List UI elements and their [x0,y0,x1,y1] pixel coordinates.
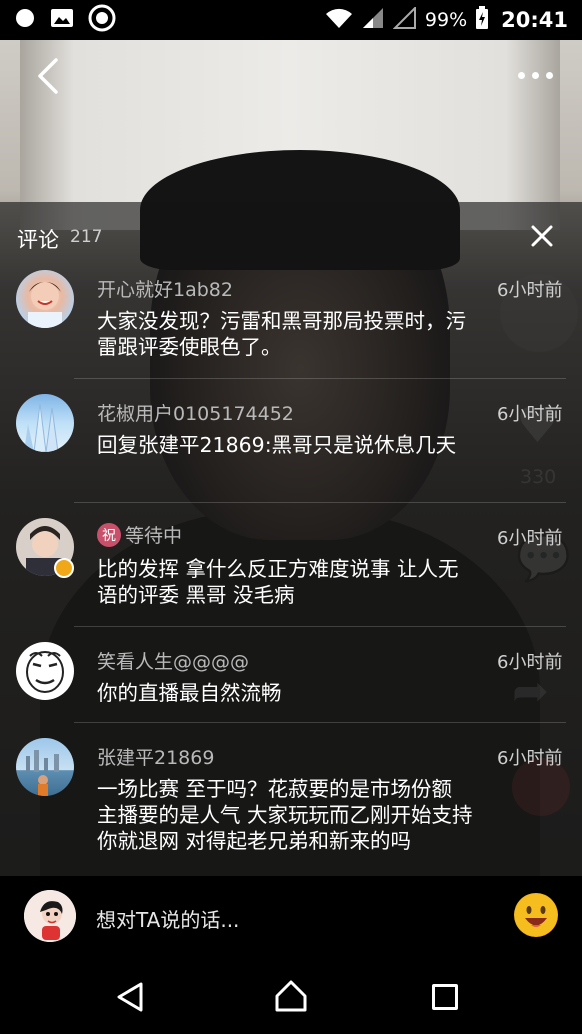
back-button[interactable] [32,56,66,96]
close-button[interactable] [526,220,558,252]
divider [74,722,566,723]
divider [74,502,566,503]
my-avatar[interactable] [24,890,76,942]
comment-username[interactable]: 张建平21869 [97,743,214,770]
comment-time: 6小时前 [497,652,563,673]
more-dot [545,71,553,79]
comment-username[interactable]: 祝 等待中 [97,521,182,548]
status-bar: 99% 20:41 [0,0,582,40]
nav-home-icon [275,980,307,1012]
comment-item[interactable]: 花椒用户0105174452 6小时前 回复张建平21869:黑哥只是说休息几天 [0,392,582,502]
comment-time: 6小时前 [497,280,563,301]
comment-username[interactable]: 花椒用户0105174452 [97,399,294,426]
comments-count: 217 [70,227,103,247]
close-icon [531,225,553,247]
comment-item[interactable]: 笑看人生@@@@ 6小时前 你的直播最自然流畅 [0,640,582,724]
comment-time: 6小时前 [497,748,563,769]
divider [74,626,566,627]
comment-time: 6小时前 [497,404,563,425]
chevron-left-icon [38,58,58,94]
wifi-icon [325,7,353,34]
comment-item[interactable]: 开心就好1ab82 6小时前 大家没发现？污雷和黑哥那局投票时，污雷跟评委使眼色… [0,268,582,378]
comment-text: 你的直播最自然流畅 [97,681,282,705]
comment-input-bar: 想对TA说的话... [0,876,582,956]
avatar[interactable] [16,642,74,700]
comment-username[interactable]: 笑看人生@@@@ [97,647,249,674]
system-nav-bar [0,956,582,1034]
smiley-icon [515,894,557,936]
avatar[interactable] [16,270,74,328]
comment-text: 大家没发现？污雷和黑哥那局投票时，污雷跟评委使眼色了。 [97,309,466,359]
more-dots-icon [517,71,525,79]
no-signal-icon [392,5,417,34]
battery-percent: 99% [424,9,468,31]
verified-badge-icon [54,558,74,578]
comments-panel: 评论 217 开心就好1ab82 6小时前 大家没发现？污雷和黑哥那局投票时，污… [0,202,582,876]
emoji-button[interactable] [514,893,558,937]
target-icon [88,4,116,36]
comment-text: 比的发挥 拿什么反正方难度说事 让人无语的评委 黑哥 没毛病 [97,557,459,607]
comments-header: 评论 217 [0,202,582,266]
signal-icon [361,7,385,34]
clock: 20:41 [501,8,568,32]
comment-text: 回复张建平21869:黑哥只是说休息几天 [97,433,457,457]
nav-home-button[interactable] [273,978,309,1018]
comment-item[interactable]: 张建平21869 6小时前 一场比赛 至于吗？花菽要的是市场份额 主播要的是人气… [0,736,582,876]
comment-username[interactable]: 开心就好1ab82 [97,275,233,302]
image-icon [50,7,74,33]
comment-item[interactable]: 祝 等待中 6小时前 比的发挥 拿什么反正方难度说事 让人无语的评委 黑哥 没毛… [0,516,582,626]
battery-charging-icon [475,5,489,35]
nav-back-button[interactable] [113,980,147,1018]
avatar[interactable] [16,394,74,452]
comment-text: 一场比赛 至于吗？花菽要的是市场份额 主播要的是人气 大家玩玩而乙刚开始支持你就… [97,777,473,853]
divider [74,378,566,379]
more-button[interactable] [510,62,560,88]
comment-username-text: 等待中 [125,525,183,547]
record-icon [14,7,36,33]
comment-input[interactable]: 想对TA说的话... [96,904,239,933]
wish-badge: 祝 [97,522,121,547]
more-dot [531,71,539,79]
nav-back-icon [117,982,143,1012]
nav-recent-icon[interactable] [432,984,458,1010]
avatar[interactable] [16,738,74,796]
comments-title: 评论 [17,228,59,252]
comment-time: 6小时前 [497,528,563,549]
